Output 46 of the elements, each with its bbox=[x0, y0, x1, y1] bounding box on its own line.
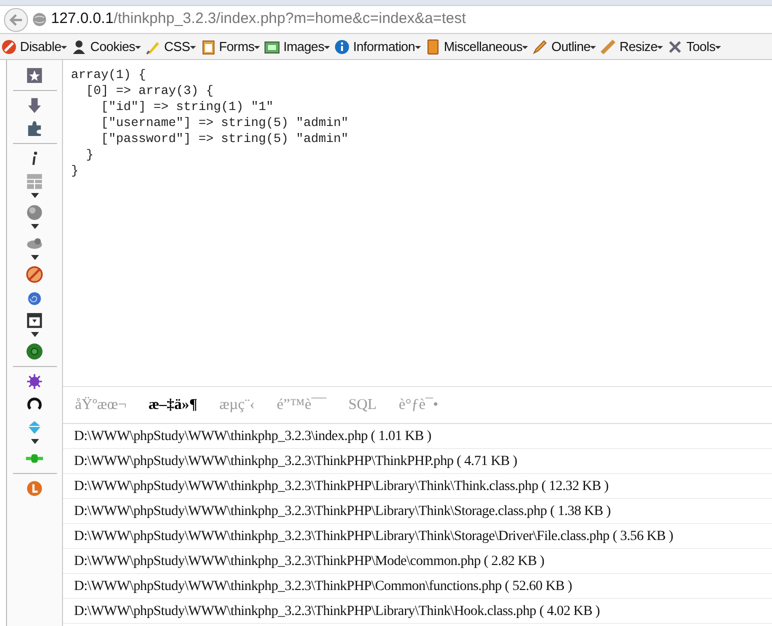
window-icon[interactable] bbox=[26, 312, 43, 329]
toolbar-menu[interactable]: Cookies bbox=[71, 36, 142, 56]
dropdown-caret-icon[interactable] bbox=[30, 193, 38, 198]
blob-icon[interactable] bbox=[26, 235, 43, 252]
file-entry: D:\WWW\phpStudy\WWW\thinkphp_3.2.3\index.php ( 1.01 KB ) bbox=[74, 428, 432, 446]
var-dump-output: array(1) { [0] => array(3) { ["id"] => string(1) "1" ["username"] => string(5) "admin" ["password"] => string(5) "admin" } } bbox=[71, 67, 350, 179]
dropdown-caret-icon[interactable] bbox=[30, 255, 38, 260]
info-icon bbox=[334, 38, 350, 54]
trace-tab[interactable]: æ–‡ä»¶ bbox=[148, 394, 198, 416]
toolbar-menu[interactable]: Tools bbox=[667, 36, 722, 56]
spiral-icon[interactable] bbox=[26, 289, 43, 306]
toolbar-menu[interactable]: Resize bbox=[600, 36, 664, 56]
dropdown-caret-icon[interactable] bbox=[30, 224, 38, 229]
clipboard-icon bbox=[200, 38, 216, 54]
toolbar-menu[interactable]: Disable bbox=[1, 36, 68, 56]
file-entry: D:\WWW\phpStudy\WWW\thinkphp_3.2.3\ThinkPHP\Common\functions.php ( 52.60 KB ) bbox=[74, 578, 572, 596]
gear-icon[interactable] bbox=[26, 373, 43, 390]
file-entry: D:\WWW\phpStudy\WWW\thinkphp_3.2.3\ThinkPHP\Library\Think\Think.class.php ( 12.32 KB ) bbox=[74, 478, 609, 496]
down-arrow-icon[interactable] bbox=[26, 97, 43, 114]
file-entry: D:\WWW\phpStudy\WWW\thinkphp_3.2.3\ThinkPHP\ThinkPHP.php ( 4.71 KB ) bbox=[74, 452, 518, 470]
puzzle-icon[interactable] bbox=[26, 120, 43, 137]
file-entry: D:\WWW\phpStudy\WWW\thinkphp_3.2.3\ThinkPHP\Library\Think\Storage.class.php ( 1.38 KB ) bbox=[74, 502, 611, 520]
globe-icon bbox=[32, 12, 47, 27]
no-entry-icon[interactable] bbox=[26, 266, 43, 283]
toolbar-menu[interactable]: Forms bbox=[200, 36, 260, 56]
image-icon bbox=[264, 38, 280, 54]
back-arrow-icon bbox=[9, 14, 23, 26]
ball-icon[interactable] bbox=[26, 343, 43, 360]
toolbar-menu[interactable]: CSS bbox=[145, 36, 196, 56]
person-icon bbox=[71, 38, 88, 54]
pencil-icon bbox=[532, 38, 548, 54]
back-button[interactable] bbox=[4, 8, 28, 32]
address-field[interactable]: 127.0.0.1/thinkphp_3.2.3/index.php?m=home&c=index&a=test bbox=[51, 8, 466, 31]
file-entry: D:\WWW\phpStudy\WWW\thinkphp_3.2.3\ThinkPHP\Mode\common.php ( 2.82 KB ) bbox=[74, 552, 544, 570]
bookmark-star-icon[interactable] bbox=[26, 67, 43, 84]
file-entry: D:\WWW\phpStudy\WWW\thinkphp_3.2.3\ThinkPHP\Library\Think\Hook.class.php ( 4.02 KB ) bbox=[74, 602, 600, 620]
letter-circle-icon[interactable] bbox=[26, 480, 43, 497]
dropdown-caret-icon[interactable] bbox=[30, 439, 38, 444]
toolbar-menu[interactable]: Outline bbox=[532, 36, 596, 56]
file-entry: D:\WWW\phpStudy\WWW\thinkphp_3.2.3\ThinkPHP\Library\Think\Storage\Driver\File.class.php ( 3.56 KB ) bbox=[74, 528, 674, 546]
ruler-icon bbox=[600, 38, 616, 54]
toolbar-menu[interactable]: Information bbox=[334, 36, 421, 56]
book-icon bbox=[424, 38, 441, 54]
toolbar-menu[interactable]: Miscellaneous bbox=[424, 36, 528, 56]
toolbar-menu[interactable]: Images bbox=[264, 36, 330, 56]
dropdown-caret-icon[interactable] bbox=[30, 332, 38, 337]
